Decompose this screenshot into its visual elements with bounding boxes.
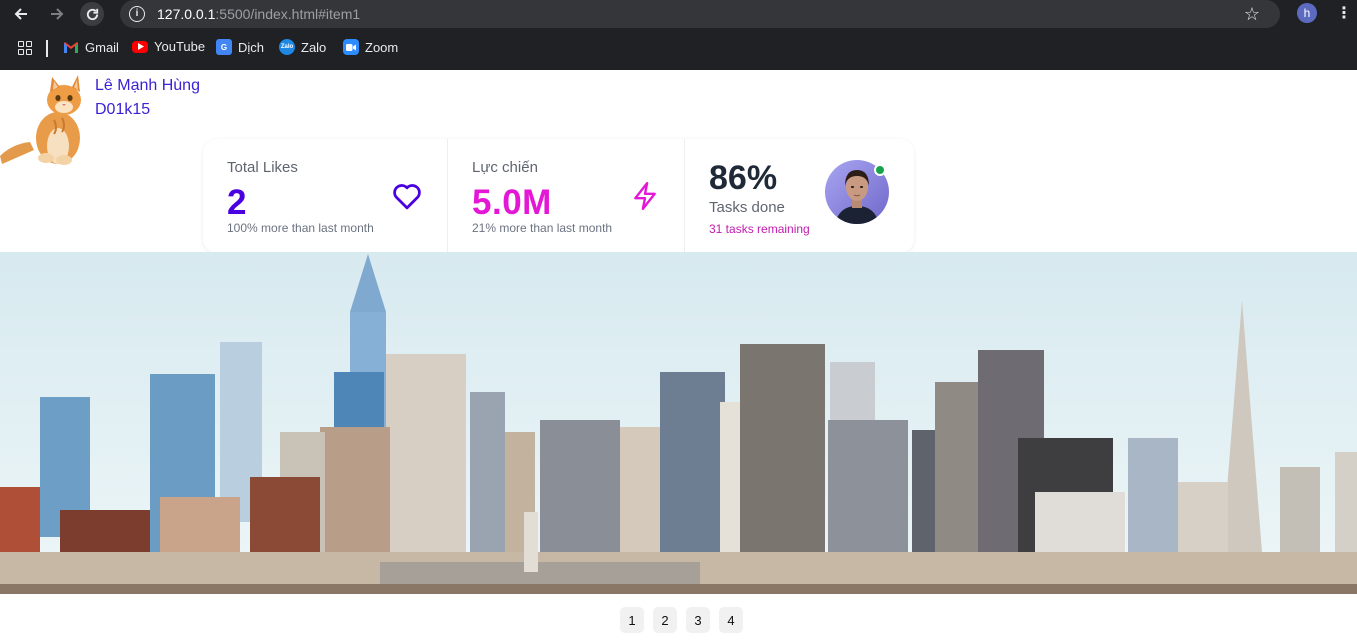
browser-toolbar: i 127.0.0.1:5500/index.html#item1 ☆ h ⋮ bbox=[0, 0, 1357, 28]
browser-chrome: i 127.0.0.1:5500/index.html#item1 ☆ h ⋮ … bbox=[0, 0, 1357, 70]
stat-title: Total Likes bbox=[227, 159, 298, 176]
url-host: 127.0.0.1 bbox=[157, 6, 216, 22]
stat-value: 5.0M bbox=[472, 183, 552, 222]
stat-tasks: 86% Tasks done 31 tasks remaining bbox=[685, 139, 914, 253]
page-button-3[interactable]: 3 bbox=[686, 607, 710, 633]
online-status-dot bbox=[874, 164, 886, 176]
gmail-icon bbox=[63, 39, 79, 55]
tasks-remaining: 31 tasks remaining bbox=[709, 222, 810, 236]
bookmark-zoom[interactable]: Zoom bbox=[343, 39, 398, 55]
stat-value: 2 bbox=[227, 183, 247, 222]
browser-menu-icon[interactable]: ⋮ bbox=[1336, 3, 1352, 23]
site-info-icon[interactable]: i bbox=[129, 6, 145, 22]
city-skyline-banner bbox=[0, 252, 1357, 594]
arrow-right-icon bbox=[51, 8, 64, 20]
back-button[interactable] bbox=[9, 2, 33, 26]
stats-card: Total Likes 2 100% more than last month … bbox=[203, 139, 914, 253]
bookmark-label: Zalo bbox=[301, 39, 327, 55]
translate-icon: G bbox=[216, 39, 232, 55]
bookmark-gmail[interactable]: Gmail bbox=[63, 39, 119, 55]
reload-icon bbox=[86, 8, 98, 20]
lightning-icon bbox=[634, 181, 656, 211]
arrow-left-icon bbox=[14, 8, 27, 20]
bookmark-label: Gmail bbox=[85, 39, 119, 55]
student-info: Lê Mạnh Hùng D01k15 bbox=[95, 74, 200, 122]
bookmarks-bar: Gmail YouTube G Dịch Zalo Zalo Zoom bbox=[0, 37, 1357, 61]
heart-icon bbox=[393, 184, 421, 210]
reload-button[interactable] bbox=[80, 2, 104, 26]
page-button-4[interactable]: 4 bbox=[719, 607, 743, 633]
apps-grid-icon[interactable] bbox=[18, 41, 32, 55]
youtube-icon bbox=[132, 40, 148, 53]
bookmark-label: Dịch bbox=[238, 39, 265, 55]
page-button-1[interactable]: 1 bbox=[620, 607, 644, 633]
bookmark-label: Zoom bbox=[365, 39, 399, 55]
bookmarks-separator bbox=[46, 40, 48, 57]
bookmark-star-icon[interactable]: ☆ bbox=[1244, 4, 1260, 25]
stat-title: Lực chiến bbox=[472, 159, 538, 176]
page-button-2[interactable]: 2 bbox=[653, 607, 677, 633]
address-bar[interactable]: i 127.0.0.1:5500/index.html#item1 ☆ bbox=[120, 0, 1280, 28]
student-class: D01k15 bbox=[95, 101, 151, 118]
url-text[interactable]: 127.0.0.1:5500/index.html#item1 bbox=[157, 6, 360, 22]
stat-total-likes: Total Likes 2 100% more than last month bbox=[203, 139, 448, 253]
stat-description: 21% more than last month bbox=[472, 221, 613, 235]
pagination: 1 2 3 4 bbox=[620, 607, 743, 633]
tasks-done-value: 86% bbox=[709, 159, 778, 197]
zalo-icon: Zalo bbox=[279, 39, 295, 55]
tasks-done-title: Tasks done bbox=[709, 199, 785, 216]
student-name: Lê Mạnh Hùng bbox=[95, 77, 200, 94]
cat-image bbox=[0, 75, 81, 165]
bookmark-youtube[interactable]: YouTube bbox=[132, 39, 205, 54]
zoom-icon bbox=[343, 39, 359, 55]
stat-power: Lực chiến 5.0M 21% more than last month bbox=[448, 139, 685, 253]
bookmark-label: YouTube bbox=[154, 39, 206, 54]
profile-avatar[interactable]: h bbox=[1297, 3, 1317, 23]
forward-button[interactable] bbox=[45, 2, 69, 26]
page-content: Lê Mạnh Hùng D01k15 Total Likes 2 100% m… bbox=[0, 70, 1357, 644]
url-path: :5500/index.html#item1 bbox=[215, 6, 361, 22]
bookmark-dich[interactable]: G Dịch bbox=[216, 39, 264, 55]
stat-description: 100% more than last month bbox=[227, 221, 374, 235]
bookmark-zalo[interactable]: Zalo Zalo bbox=[279, 39, 326, 55]
